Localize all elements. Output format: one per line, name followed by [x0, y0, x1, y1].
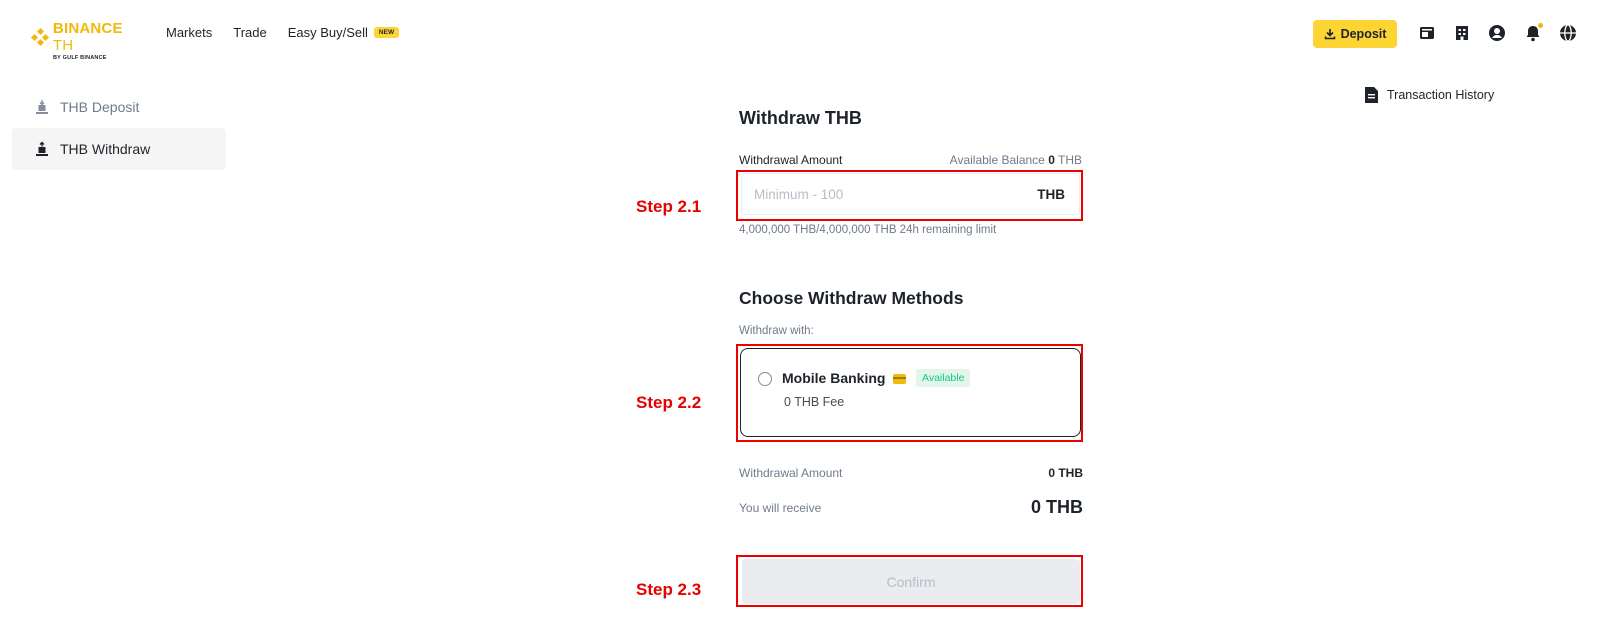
withdraw-with-label: Withdraw with:	[739, 325, 814, 337]
page-title: Withdraw THB	[739, 108, 862, 128]
annotation-step-2-2: Step 2.2	[636, 393, 702, 412]
download-icon	[1324, 29, 1335, 40]
bell-icon[interactable]	[1523, 23, 1543, 43]
notification-dot	[1538, 23, 1543, 28]
binance-th-logo[interactable]: BINANCE TH BY GULF BINANCE	[30, 20, 147, 61]
annotation-step-2-3: Step 2.3	[636, 580, 702, 599]
sidebar-item-thb-deposit[interactable]: THB Deposit	[12, 86, 226, 128]
top-header: BINANCE TH BY GULF BINANCE Markets Trade…	[0, 0, 1600, 66]
deposit-icon	[36, 100, 48, 114]
annotation-box-step-2-1	[736, 170, 1083, 221]
deposit-button[interactable]: Deposit	[1313, 20, 1397, 48]
annotation-step-2-1: Step 2.1	[636, 197, 702, 216]
receive-value: 0 THB	[1030, 497, 1083, 517]
annotation-box-step-2-2	[736, 344, 1083, 442]
amount-label-row: Withdrawal Amount Available Balance 0 TH…	[739, 153, 1082, 167]
sidebar-item-label: THB Deposit	[60, 99, 140, 115]
summary-receive-row: You will receive 0 THB	[739, 497, 1083, 518]
logo-subtitle: BY GULF BINANCE	[53, 55, 107, 61]
withdraw-icon	[36, 141, 48, 156]
methods-title: Choose Withdraw Methods	[739, 288, 964, 308]
annotation-box-step-2-3	[736, 555, 1083, 607]
summary-amount-label: Withdrawal Amount	[739, 466, 843, 480]
main-nav: Markets Trade Easy Buy/Sell NEW	[166, 25, 400, 40]
nav-easy-buy-sell[interactable]: Easy Buy/Sell NEW	[288, 25, 400, 40]
user-icon[interactable]	[1487, 23, 1507, 43]
nav-trade[interactable]: Trade	[233, 25, 266, 40]
sidebar-item-label: THB Withdraw	[60, 141, 151, 157]
orders-icon[interactable]	[1452, 23, 1472, 43]
summary-withdrawal-amount-row: Withdrawal Amount 0 THB	[739, 466, 1083, 480]
globe-icon[interactable]	[1558, 23, 1578, 43]
logo-text: BINANCE TH	[52, 20, 123, 54]
new-badge: NEW	[373, 27, 400, 38]
sidebar-item-thb-withdraw[interactable]: THB Withdraw	[12, 128, 226, 170]
sidebar: THB Deposit THB Withdraw	[12, 86, 226, 170]
remaining-limit-text: 4,000,000 THB/4,000,000 THB 24h remainin…	[739, 224, 997, 236]
receive-label: You will receive	[739, 500, 822, 515]
wallet-icon[interactable]	[1417, 23, 1437, 43]
nav-markets[interactable]: Markets	[166, 25, 212, 40]
binance-logo-icon	[30, 27, 50, 47]
document-icon	[1365, 87, 1378, 103]
summary-amount-value: 0 THB	[1048, 466, 1083, 480]
withdrawal-amount-label: Withdrawal Amount	[739, 153, 843, 167]
transaction-history-link[interactable]: Transaction History	[1365, 87, 1494, 103]
available-balance: Available Balance 0 THB	[949, 153, 1082, 167]
